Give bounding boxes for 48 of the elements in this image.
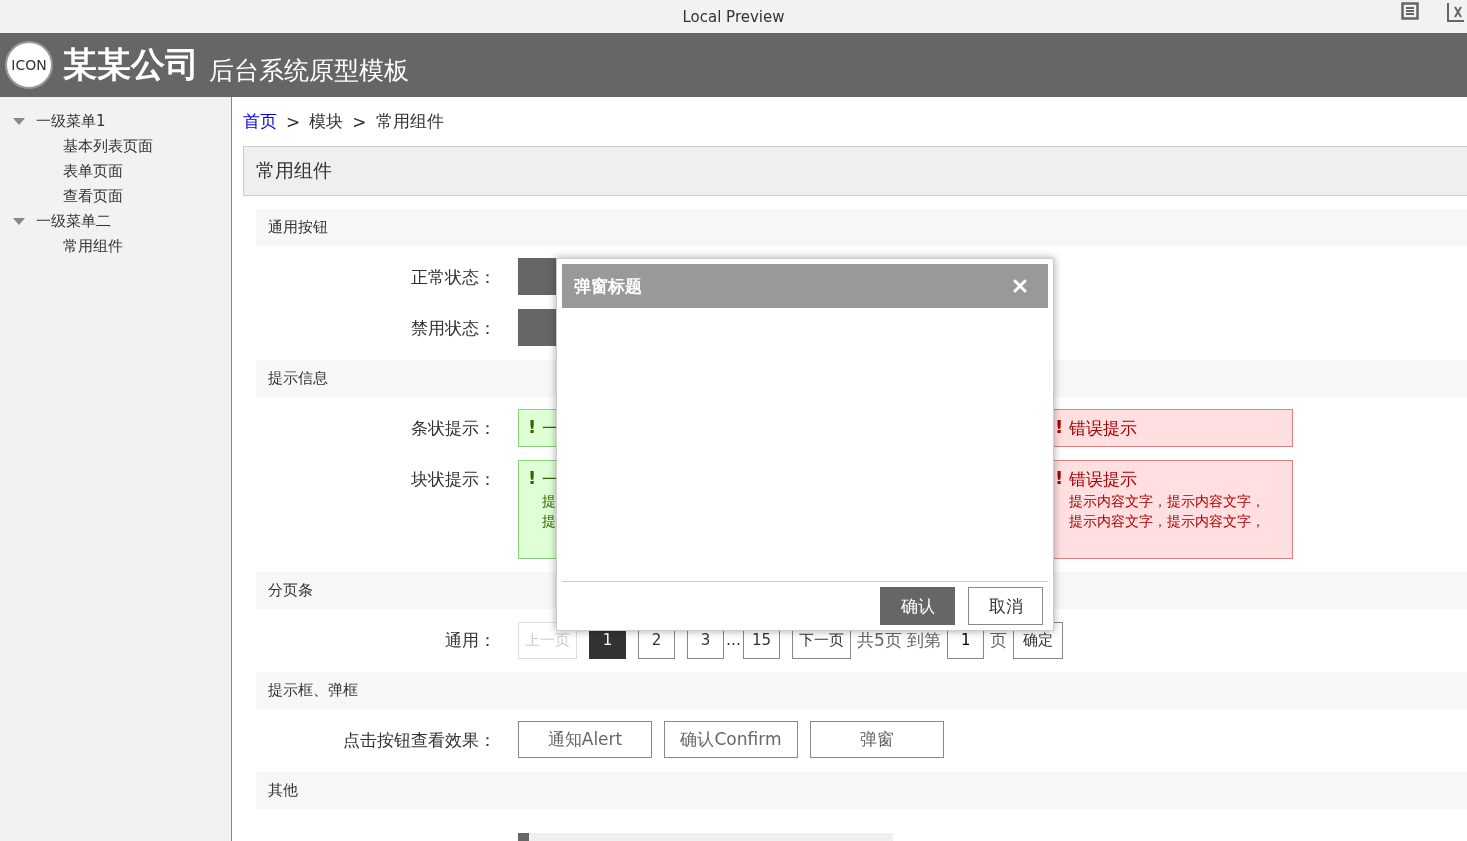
ellipsis: … <box>726 631 741 649</box>
exclamation-icon: ! <box>1055 467 1064 489</box>
dialog-title: 弹窗标题 <box>574 274 642 298</box>
breadcrumb-separator: > <box>286 111 301 132</box>
alert-text: 提 <box>542 512 558 531</box>
exclamation-icon: ! <box>528 416 537 438</box>
submenu-item[interactable]: 查看页面 <box>0 184 231 209</box>
field-label: 通用： <box>444 629 496 652</box>
field-label: 禁用状态： <box>410 317 496 340</box>
page-total: 共5页 到第 <box>857 628 942 652</box>
field-label: 块状提示： <box>410 468 496 491</box>
logo: ICON <box>5 41 53 89</box>
section-header: 提示框、弹框 <box>256 672 1467 709</box>
submenu-item[interactable]: 表单页面 <box>0 159 231 184</box>
alert-title: 错误提示 <box>1069 417 1138 440</box>
field-label: 条状提示： <box>410 417 496 440</box>
demo-button[interactable]: 弹窗 <box>810 721 944 758</box>
field-label: 正常状态： <box>410 266 496 289</box>
alert-text: 提示内容文字，提示内容文字， <box>1069 492 1266 511</box>
breadcrumb-item: 常用组件 <box>375 110 444 133</box>
window-title: Local Preview <box>682 7 785 26</box>
company-name: 某某公司 <box>63 43 199 86</box>
formula-icon[interactable] <box>1447 2 1465 22</box>
demo-button[interactable]: 确认Confirm <box>664 721 798 758</box>
demo-button[interactable]: 通知Alert <box>518 721 652 758</box>
field-label: 点击按钮查看效果： <box>342 729 496 752</box>
page-title: 常用组件 <box>243 146 1467 196</box>
document-icon[interactable] <box>1401 2 1419 20</box>
alert-text: 提示内容文字，提示内容文字， <box>1069 512 1266 531</box>
caret-icon <box>13 117 25 126</box>
caret-icon <box>13 217 25 226</box>
breadcrumb-item: 模块 <box>309 110 344 133</box>
alert-text: 提 <box>542 492 558 511</box>
system-name: 后台系统原型模板 <box>209 54 409 87</box>
section-header: 其他 <box>256 772 1467 809</box>
page-unit: 页 <box>990 628 1008 652</box>
exclamation-icon: ! <box>528 467 537 489</box>
breadcrumb-separator: > <box>352 111 367 132</box>
exclamation-icon: ! <box>1055 416 1064 438</box>
submenu-item[interactable]: 基本列表页面 <box>0 134 231 159</box>
breadcrumb-link[interactable]: 首页 <box>243 110 277 133</box>
confirm-button[interactable]: 确认 <box>880 587 955 625</box>
alert-title: 错误提示 <box>1069 468 1139 491</box>
submenu-item[interactable]: 常用组件 <box>0 234 231 259</box>
section-header: 通用按钮 <box>256 209 1467 246</box>
menu-item[interactable]: 一级菜单二 <box>0 209 231 234</box>
menu-item[interactable]: 一级菜单1 <box>0 109 231 134</box>
cancel-button[interactable]: 取消 <box>968 587 1043 625</box>
